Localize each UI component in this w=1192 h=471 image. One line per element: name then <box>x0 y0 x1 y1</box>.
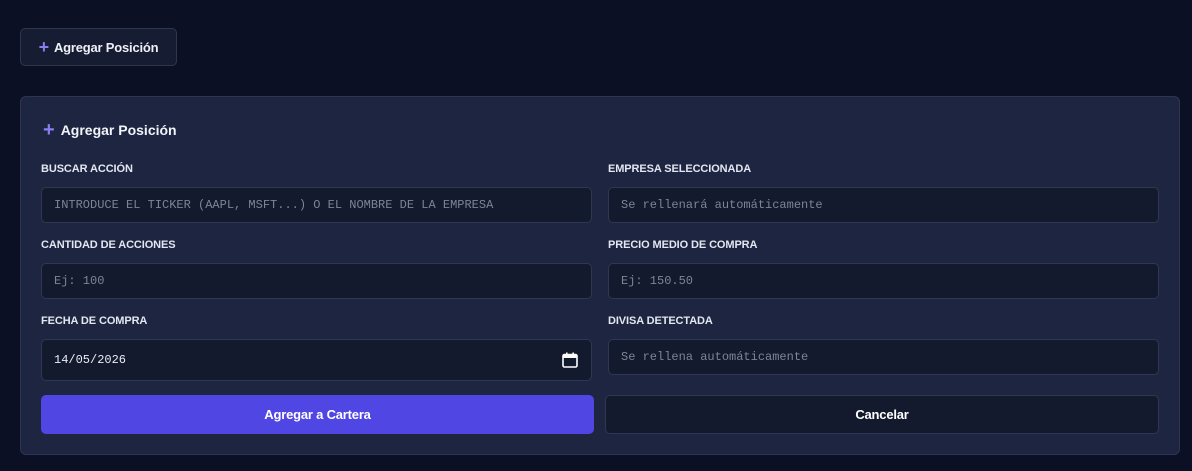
company-label: EMPRESA SELECCIONADA <box>608 163 752 175</box>
currency-label: DIVISA DETECTADA <box>608 315 713 327</box>
panel-title-text: Agregar Posición <box>60 122 177 138</box>
search-field: BUSCAR ACCIÓN <box>41 163 592 223</box>
company-input[interactable] <box>608 187 1159 223</box>
price-field: PRECIO MEDIO DE COMPRA <box>608 239 1159 299</box>
quantity-field: CANTIDAD DE ACCIONES <box>41 239 592 299</box>
search-input[interactable] <box>41 187 592 223</box>
calendar-icon[interactable] <box>561 351 579 369</box>
company-field: EMPRESA SELECCIONADA <box>608 163 1159 223</box>
cancel-button[interactable]: Cancelar <box>605 395 1159 434</box>
currency-field: DIVISA DETECTADA <box>608 315 1159 375</box>
panel-title: + Agregar Posición <box>43 120 177 140</box>
date-label: FECHA DE COMPRA <box>41 315 148 327</box>
date-input[interactable]: 14/05/2026 <box>41 339 592 381</box>
currency-input[interactable] <box>608 339 1159 375</box>
search-label: BUSCAR ACCIÓN <box>41 163 133 175</box>
add-position-panel: + Agregar Posición BUSCAR ACCIÓN EMPRESA… <box>20 96 1180 455</box>
add-position-toggle-button[interactable]: + Agregar Posición <box>20 28 177 66</box>
plus-icon: + <box>43 119 55 141</box>
plus-icon: + <box>38 37 50 57</box>
date-field: FECHA DE COMPRA 14/05/2026 <box>41 315 592 381</box>
quantity-label: CANTIDAD DE ACCIONES <box>41 239 176 251</box>
add-position-toggle-label: Agregar Posición <box>53 39 159 55</box>
price-label: PRECIO MEDIO DE COMPRA <box>608 239 758 251</box>
date-value: 14/05/2026 <box>54 353 127 367</box>
price-input[interactable] <box>608 263 1159 299</box>
quantity-input[interactable] <box>41 263 592 299</box>
add-to-portfolio-button[interactable]: Agregar a Cartera <box>41 395 594 434</box>
